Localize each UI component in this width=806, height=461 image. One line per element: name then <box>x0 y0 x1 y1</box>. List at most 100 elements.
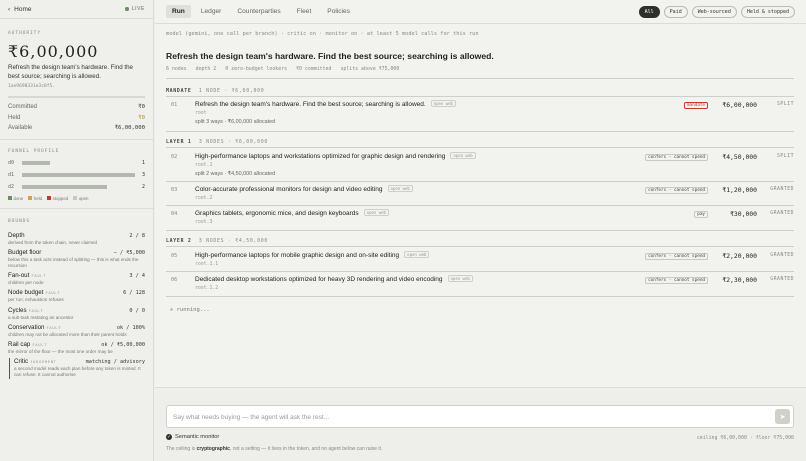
funnel-label: d0 <box>8 159 15 166</box>
node-badge: open web <box>387 185 413 192</box>
node-chip: confers · cannot spend <box>645 253 708 260</box>
running-indicator: ✳ running... <box>170 307 210 313</box>
bound-label: Conservation <box>8 323 45 331</box>
bounds-section: BOUNDS Depth 2 / 8 derived from the token … <box>0 215 153 379</box>
separator <box>166 96 794 97</box>
bound-item: Budget floor — / ₹5,000 below this a task … <box>8 249 145 269</box>
live-dot-icon <box>125 7 129 11</box>
node-title-wrap: Refresh the design team's hardware. Find… <box>195 100 456 108</box>
funnel-bar <box>22 160 51 165</box>
sidebar: ‹ Home LIVE AUTHORITY ₹6,00,000 Refresh … <box>0 0 154 461</box>
bound-title: Rail cap FAULT <box>8 341 47 348</box>
node-amount: ₹6,00,000 <box>722 101 757 109</box>
node-chip: confers · cannot spend <box>645 277 708 284</box>
node-title-wrap: High-performance laptops and workstation… <box>195 152 476 160</box>
node-title: Dedicated desktop workstations optimized… <box>195 276 443 283</box>
funnel-track <box>22 172 135 177</box>
bound-item: Depth 2 / 8 derived from the token chain, … <box>8 232 145 246</box>
bound-header: Depth 2 / 8 <box>8 232 145 239</box>
held-label: Held <box>8 114 21 121</box>
node-id: 03 <box>171 187 178 193</box>
node-status: GRANTED <box>770 211 794 216</box>
level-header-layer-1: LAYER 1 3 NODES · ₹6,00,000 <box>166 139 268 145</box>
ceiling-note: The ceiling is cryptographic, not a sett… <box>166 446 382 452</box>
composer-panel: ➤ ✓ Semantic monitor ceiling ₹6,00,000 ·… <box>155 387 806 461</box>
bound-header: Fan-out FAULT 3 / 4 <box>8 272 145 279</box>
bound-label: Node budget <box>8 289 44 297</box>
bound-header: Rail cap FAULT ok / ₹5,00,000 <box>8 341 145 348</box>
node-status: GRANTED <box>770 253 794 258</box>
filter-paid[interactable]: Paid <box>663 5 688 18</box>
legend-label: done <box>13 195 24 201</box>
stopped-swatch-icon <box>47 196 51 200</box>
semantic-monitor-toggle[interactable]: ✓ Semantic monitor <box>166 434 219 440</box>
critic-tag: JUDGEMENT <box>30 359 57 365</box>
node-title: Refresh the design team's hardware. Find… <box>195 101 426 108</box>
available-value: ₹6,00,000 <box>114 125 145 132</box>
funnel-track <box>22 184 135 189</box>
app-root: ‹ Home LIVE AUTHORITY ₹6,00,000 Refresh … <box>0 0 806 461</box>
filter-held-stopped[interactable]: Held & stopped <box>740 5 795 18</box>
node-path: root.3 <box>195 220 213 225</box>
live-label: LIVE <box>131 6 145 12</box>
bound-value: 0 / 0 <box>129 307 145 314</box>
separator <box>166 296 794 297</box>
bound-value: 3 / 4 <box>129 273 145 280</box>
filter-group: All Paid Web-sourced Held & stopped <box>638 5 795 18</box>
node-title-wrap: Color-accurate professional monitors for… <box>195 185 413 193</box>
bound-title: Fan-out FAULT <box>8 272 46 279</box>
level-header-layer-2: LAYER 2 3 NODES · ₹4,50,000 <box>166 238 268 244</box>
separator <box>166 246 794 247</box>
node-path: root.1.2 <box>195 286 219 291</box>
tab-ledger[interactable]: Ledger <box>195 5 228 18</box>
bound-value: ok / ₹5,00,000 <box>101 341 145 348</box>
bound-sub: per run; exhaustion refuses <box>8 297 64 303</box>
bound-item: Rail cap FAULT ok / ₹5,00,000 the mirror of… <box>8 341 145 355</box>
node-id: 04 <box>171 211 178 217</box>
critic-value: matching / advisory <box>85 359 145 366</box>
tab-fleet[interactable]: Fleet <box>291 5 318 18</box>
funnel-legend: done held stopped open <box>8 196 145 201</box>
node-status: SPLIT <box>777 154 794 159</box>
semantic-monitor-label: Semantic monitor <box>175 434 220 440</box>
bound-sub: the mirror of the floor — the most one o… <box>8 348 113 354</box>
critic-sub: a second model reads each plan before an… <box>14 366 141 378</box>
level-name: LAYER 1 <box>166 139 192 145</box>
legend-label: held <box>33 195 43 201</box>
filter-web-sourced[interactable]: Web-sourced <box>691 5 737 18</box>
note-emphasis: cryptographic <box>196 446 230 452</box>
tab-counterparties[interactable]: Counterparties <box>231 5 286 18</box>
legend-label: open <box>78 195 89 201</box>
bound-item: Node budget FAULT 6 / 128 per run; exhausti… <box>8 289 145 303</box>
separator <box>166 181 794 182</box>
live-indicator: LIVE <box>125 6 145 12</box>
tab-run[interactable]: Run <box>166 5 191 18</box>
node-path: root.1.1 <box>195 262 219 267</box>
bound-item: Fan-out FAULT 3 / 4 children per node <box>8 272 145 286</box>
bounds-list: Depth 2 / 8 derived from the token chain, … <box>8 232 145 356</box>
node-title-wrap: Graphics tablets, ergonomic mice, and de… <box>195 209 389 217</box>
funnel-bar <box>22 184 107 189</box>
bound-item: Conservation FAULT ok / 100% children may n… <box>8 324 145 338</box>
filter-all[interactable]: All <box>638 5 660 18</box>
critic-bound: Critic JUDGEMENT matching / advisory a sec… <box>9 358 145 379</box>
bound-sub: a sub-task restating an ancestor <box>8 314 74 320</box>
node-split: split 3 ways · ₹6,00,000 allocated <box>195 119 276 125</box>
node-id: 01 <box>171 102 178 108</box>
tab-policies[interactable]: Policies <box>321 5 356 18</box>
home-link[interactable]: ‹ Home <box>8 6 32 13</box>
funnel-section: FUNNEL PROFILE d0 1 d1 3 d2 2 done held sto… <box>0 146 153 201</box>
bound-header: Node budget FAULT 6 / 128 <box>8 289 145 296</box>
send-button[interactable]: ➤ <box>775 409 790 424</box>
node-badge: open web <box>363 209 389 216</box>
bound-header: Cycles FAULT 0 / 0 <box>8 307 145 314</box>
available-row: Available ₹6,00,000 <box>8 123 145 134</box>
request-input[interactable] <box>173 411 753 423</box>
held-value: ₹0 <box>138 114 145 121</box>
node-amount: ₹1,20,000 <box>722 186 757 194</box>
note-text: , not a setting — it lives in the token,… <box>229 446 383 452</box>
separator <box>166 271 794 272</box>
bound-label: Budget floor <box>8 248 42 256</box>
held-row: Held ₹0 <box>8 113 145 124</box>
funnel-count: 2 <box>141 183 145 190</box>
